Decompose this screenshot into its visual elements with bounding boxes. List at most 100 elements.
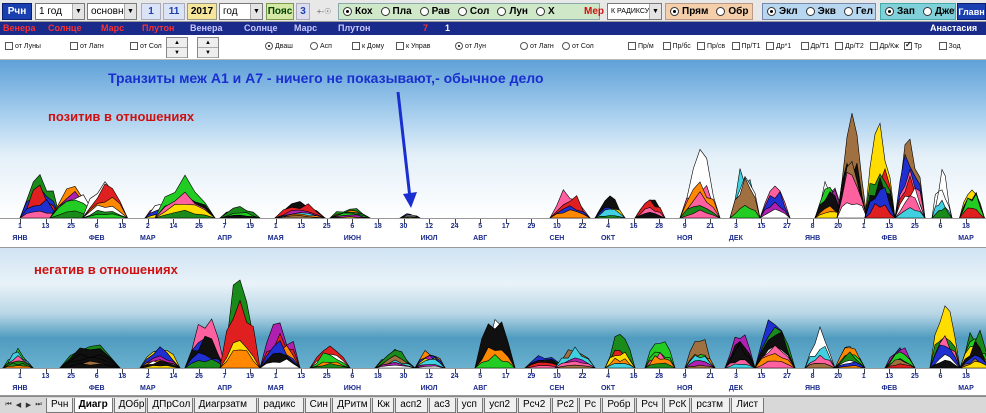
checkbox-box[interactable] (938, 42, 947, 50)
mode-select[interactable]: основн ▼ (87, 3, 137, 20)
spin-down-icon[interactable]: ▼ (167, 48, 187, 58)
radio-dot[interactable] (805, 7, 815, 16)
spinner-2[interactable]: ▲ ▼ (197, 37, 219, 58)
radio-dot[interactable] (767, 7, 776, 16)
radio-dot[interactable] (497, 7, 507, 16)
radio-dot[interactable] (455, 42, 463, 50)
chevron-down-icon[interactable]: ▼ (649, 4, 661, 19)
spin-up-icon[interactable]: ▲ (167, 38, 187, 48)
sheet-tab[interactable]: ас3 (429, 398, 456, 413)
chevron-down-icon[interactable]: ▼ (250, 4, 262, 19)
checkbox-box[interactable] (835, 42, 843, 50)
checkbox-box[interactable] (70, 42, 78, 50)
chevron-down-icon[interactable]: ▼ (72, 4, 84, 19)
option-checkbox[interactable]: Др/Т1 (800, 42, 829, 50)
sheet-tab[interactable]: Рс (579, 398, 602, 413)
sheet-tab[interactable]: РсК (663, 398, 691, 413)
checkbox-box[interactable] (628, 42, 636, 50)
sheet-tab[interactable]: ДРитм (332, 398, 372, 413)
radio-dot[interactable] (716, 7, 726, 16)
radio-option[interactable]: Рав (419, 6, 450, 17)
sheet-tab[interactable]: ДПрСол (147, 398, 193, 413)
checkbox-box[interactable] (352, 42, 360, 50)
radio-option[interactable]: X (535, 6, 555, 17)
spin-down-icon[interactable]: ▼ (198, 48, 218, 58)
radio-dot[interactable] (419, 7, 429, 16)
spin-up-icon[interactable]: ▲ (198, 38, 218, 48)
radio-dot[interactable] (520, 42, 528, 50)
checkbox-box[interactable] (697, 42, 705, 50)
sheet-tab[interactable]: Син (304, 398, 332, 413)
main-button[interactable]: Главн (957, 3, 986, 20)
radio-dot[interactable] (457, 7, 467, 16)
option-radio[interactable]: от Лун (455, 42, 486, 50)
option-checkbox[interactable]: Пр/бс (662, 42, 691, 50)
sheet-tab[interactable]: ДОбр (113, 398, 147, 413)
sheet-tab[interactable]: асп2 (395, 398, 428, 413)
radio-option[interactable]: Обр (716, 6, 748, 17)
first-tab-icon[interactable]: ⏮ (4, 399, 13, 411)
radix-select[interactable]: К РАДИКСУ ▼ (607, 3, 662, 20)
option-checkbox[interactable]: Др*1 (766, 42, 791, 50)
belt-value[interactable]: 3 (296, 3, 310, 20)
sheet-tab[interactable]: Диагр (73, 398, 113, 413)
option-checkbox[interactable]: от Сол (130, 42, 162, 50)
radio-option[interactable]: Джет (922, 6, 955, 17)
last-tab-icon[interactable]: ⏭ (34, 399, 43, 411)
option-checkbox[interactable]: Пр/св (697, 42, 725, 50)
radio-dot[interactable] (535, 7, 545, 16)
option-checkbox[interactable]: от Луны (5, 42, 41, 50)
radio-dot[interactable] (265, 42, 273, 50)
sheet-tab[interactable]: Рчн (46, 398, 73, 413)
checkbox-box[interactable] (766, 42, 774, 50)
radio-option[interactable]: Зап (885, 6, 915, 17)
radio-dot[interactable] (380, 7, 390, 16)
radio-dot[interactable] (670, 7, 679, 16)
option-checkbox[interactable]: от Лагн (70, 42, 104, 50)
month-field[interactable]: 11 (163, 3, 185, 20)
sheet-tab[interactable]: рсзтм (691, 398, 731, 413)
checkbox-box[interactable] (396, 42, 404, 50)
sheet-tab[interactable]: Кж (372, 398, 395, 413)
period-select[interactable]: 1 год ▼ (35, 3, 85, 20)
unit-select[interactable]: год ▼ (219, 3, 263, 20)
radio-dot[interactable] (843, 7, 853, 16)
radio-option[interactable]: Кох (343, 6, 373, 17)
sheet-tab[interactable]: Рсч2 (518, 398, 551, 413)
checkbox-box[interactable] (5, 42, 13, 50)
option-radio[interactable]: Асп (310, 42, 332, 50)
sheet-tab[interactable]: радикс (258, 398, 304, 413)
day-field[interactable]: 1 (141, 3, 161, 20)
option-checkbox[interactable]: Др/Кж (869, 42, 899, 50)
radio-option[interactable]: Прям (670, 6, 708, 17)
radio-option[interactable]: Лун (497, 6, 528, 17)
option-checkbox[interactable]: Зод (938, 42, 961, 50)
sheet-tab[interactable]: Рсч (636, 398, 663, 413)
option-radio[interactable]: от Сол (562, 42, 594, 50)
belt-button[interactable]: Пояс (266, 3, 294, 20)
sheet-tab[interactable]: усп (456, 398, 484, 413)
checkbox-box[interactable] (869, 42, 878, 50)
option-checkbox[interactable]: к Управ (396, 42, 430, 50)
checkbox-box[interactable] (904, 40, 912, 50)
app-button[interactable]: Рчн (2, 3, 32, 20)
checkbox-box[interactable] (731, 42, 740, 50)
radio-option[interactable]: Экл (767, 6, 798, 17)
option-radio[interactable]: Дваш (265, 42, 293, 50)
option-checkbox[interactable]: Др/Т2 (835, 42, 864, 50)
radio-dot[interactable] (922, 7, 932, 16)
year-field[interactable]: 2017 (187, 3, 217, 20)
option-checkbox[interactable]: Пр/Т1 (731, 42, 761, 50)
option-checkbox[interactable]: Пр/м (628, 42, 654, 50)
option-checkbox[interactable]: к Дому (352, 42, 384, 50)
checkbox-box[interactable] (662, 42, 671, 50)
radio-dot[interactable] (562, 42, 570, 50)
sheet-tab[interactable]: Лист (731, 398, 765, 413)
radio-option[interactable]: Гел (843, 6, 873, 17)
sheet-tab[interactable]: Рс2 (551, 398, 579, 413)
checkbox-box[interactable] (800, 42, 809, 50)
radio-option[interactable]: Пла (380, 6, 412, 17)
hour-offset[interactable]: +-☉ (312, 3, 336, 20)
radio-option[interactable]: Сол (457, 6, 489, 17)
chevron-down-icon[interactable]: ▼ (124, 4, 136, 19)
